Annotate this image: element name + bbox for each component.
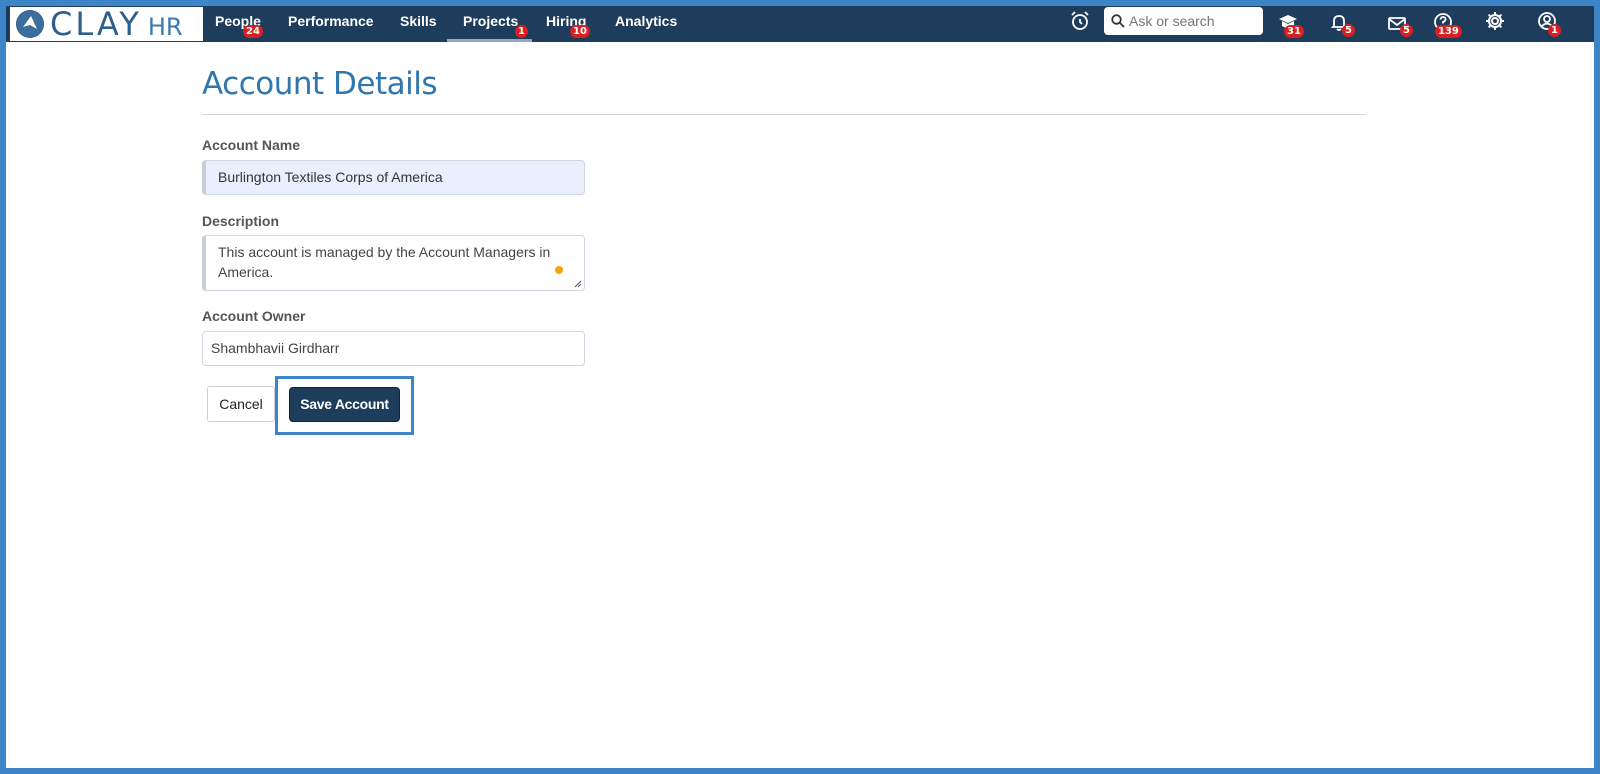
description-label: Description — [202, 213, 280, 229]
logo-text: CLAY — [50, 5, 142, 43]
search-icon — [1111, 14, 1125, 28]
learning-cap-icon[interactable]: 31 — [1277, 11, 1304, 38]
nav-projects[interactable]: Projects 1 — [446, 6, 533, 42]
alarm-clock-icon[interactable] — [1069, 10, 1091, 32]
grammar-indicator-dot[interactable] — [555, 266, 563, 274]
nav-hiring[interactable]: Hiring 10 — [546, 6, 590, 42]
nav-projects-label: Projects — [463, 13, 519, 29]
profile-badge: 1 — [1548, 24, 1561, 37]
learning-badge: 31 — [1284, 25, 1304, 38]
help-badge: 139 — [1435, 25, 1462, 38]
nav-analytics-label: Analytics — [615, 13, 678, 29]
bell-badge: 5 — [1342, 24, 1355, 37]
account-name-label: Account Name — [202, 137, 301, 153]
save-account-button[interactable]: Save Account — [289, 387, 400, 422]
bell-icon[interactable]: 5 — [1328, 11, 1355, 37]
gear-icon[interactable] — [1484, 10, 1506, 32]
description-textarea[interactable]: This account is managed by the Account M… — [202, 235, 585, 291]
nav-people-badge: 24 — [243, 25, 263, 38]
cancel-button[interactable]: Cancel — [207, 386, 275, 422]
logo-mark-icon — [16, 10, 44, 38]
help-icon[interactable]: 139 — [1432, 11, 1462, 38]
description-text: This account is managed by the Account M… — [218, 244, 551, 280]
nav-hiring-badge: 10 — [570, 25, 590, 38]
account-owner-input[interactable]: Shambhavii Girdharr — [202, 331, 585, 366]
resize-grip-icon[interactable] — [574, 280, 582, 288]
app-window: CLAY HR People 24 Performance Skills Pro… — [6, 6, 1594, 768]
search-input[interactable] — [1129, 13, 1259, 29]
search-box[interactable] — [1104, 7, 1263, 35]
mail-badge: 5 — [1400, 24, 1413, 37]
logo-suffix: HR — [147, 12, 183, 41]
account-name-input[interactable]: Burlington Textiles Corps of America — [202, 160, 585, 195]
title-divider — [202, 114, 1366, 115]
mail-icon[interactable]: 5 — [1386, 12, 1413, 37]
top-navbar: CLAY HR People 24 Performance Skills Pro… — [6, 6, 1594, 42]
user-avatar-icon[interactable]: 1 — [1536, 10, 1561, 37]
clayhr-logo[interactable]: CLAY HR — [10, 7, 203, 41]
nav-people[interactable]: People 24 — [215, 6, 263, 42]
page-title: Account Details — [202, 66, 438, 102]
nav-skills[interactable]: Skills — [400, 6, 437, 42]
nav-analytics[interactable]: Analytics — [615, 6, 677, 42]
nav-performance-label: Performance — [288, 13, 374, 29]
nav-performance[interactable]: Performance — [288, 6, 374, 42]
account-owner-label: Account Owner — [202, 308, 306, 324]
nav-skills-label: Skills — [400, 13, 437, 29]
nav-projects-badge: 1 — [515, 25, 528, 38]
